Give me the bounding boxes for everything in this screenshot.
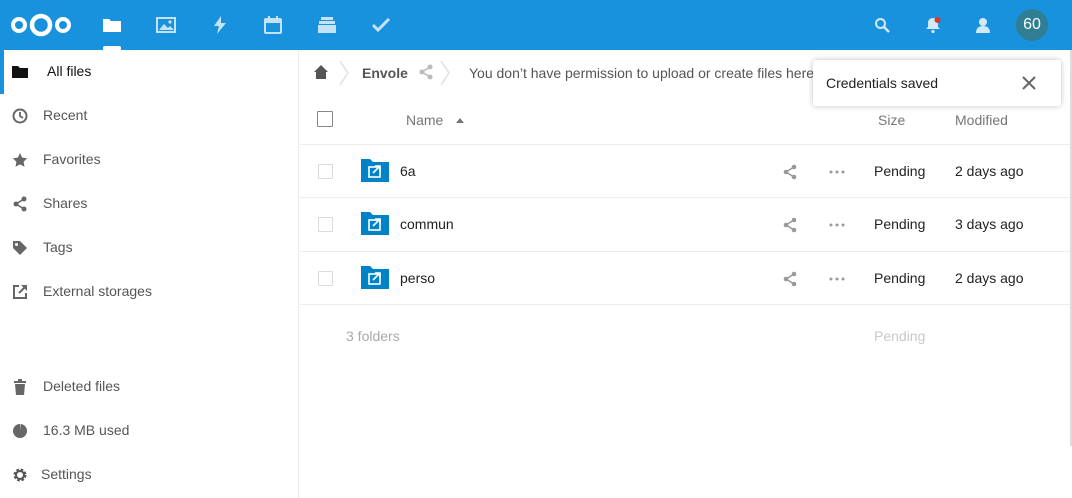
nav-settings[interactable]: Settings [0, 453, 298, 497]
table-row[interactable]: commun Pending 3 days ago [300, 197, 1072, 251]
nextcloud-logo[interactable] [10, 12, 72, 38]
tag-icon [12, 240, 28, 256]
breadcrumb-folder[interactable]: Envole [362, 65, 408, 81]
permission-notice: You don’t have permission to upload or c… [469, 65, 815, 81]
breadcrumb-separator [339, 60, 349, 86]
file-name[interactable]: 6a [400, 163, 416, 179]
toast-message: Credentials saved [826, 75, 939, 91]
file-name[interactable]: commun [400, 216, 454, 232]
contacts-icon[interactable] [971, 13, 995, 37]
checkmark-icon[interactable] [369, 13, 393, 37]
table-row[interactable]: perso Pending 2 days ago [300, 251, 1072, 305]
row-checkbox[interactable] [318, 271, 333, 286]
sort-ascending-icon [456, 118, 464, 123]
folder-icon [12, 64, 28, 80]
divider [300, 304, 1072, 305]
file-size: Pending [874, 270, 926, 286]
calendar-icon[interactable] [261, 13, 285, 37]
folder-count-summary: 3 folders [346, 328, 400, 344]
toast-notification: Credentials saved [813, 60, 1061, 106]
nav-label: Favorites [43, 151, 101, 167]
shared-folder-icon[interactable] [360, 210, 390, 236]
notifications-bell-icon[interactable] [921, 13, 945, 37]
nav-label: External storages [43, 283, 152, 299]
search-icon[interactable] [870, 13, 894, 37]
trash-icon [12, 379, 28, 395]
external-link-icon [12, 284, 28, 300]
share-icon [12, 196, 28, 212]
file-modified: 3 days ago [955, 216, 1024, 232]
shared-folder-icon[interactable] [360, 157, 390, 183]
close-icon[interactable] [1021, 75, 1037, 91]
file-modified: 2 days ago [955, 270, 1024, 286]
pie-chart-icon [12, 423, 28, 439]
navigation-sidebar: All files Recent Favorites Shares Tags E… [0, 50, 299, 498]
star-icon [12, 152, 28, 168]
nav-recent[interactable]: Recent [0, 94, 298, 138]
share-icon[interactable] [782, 217, 798, 233]
more-actions-icon[interactable] [829, 164, 845, 180]
row-checkbox[interactable] [318, 164, 333, 179]
row-checkbox[interactable] [318, 217, 333, 232]
app-header: 60 [0, 0, 1072, 50]
nav-label: Tags [43, 239, 73, 255]
share-icon[interactable] [418, 64, 434, 80]
share-icon[interactable] [782, 164, 798, 180]
nav-tags[interactable]: Tags [0, 226, 298, 270]
column-size-header[interactable]: Size [878, 112, 905, 128]
user-avatar[interactable]: 60 [1016, 9, 1048, 41]
column-name-header[interactable]: Name [406, 112, 443, 128]
nav-deleted-files[interactable]: Deleted files [0, 365, 298, 409]
nav-label: All files [47, 63, 92, 79]
breadcrumb-separator [440, 60, 450, 86]
share-icon[interactable] [782, 271, 798, 287]
nav-favorites[interactable]: Favorites [0, 138, 298, 182]
nav-label: Shares [43, 195, 88, 211]
nav-all-files[interactable]: All files [0, 50, 298, 94]
more-actions-icon[interactable] [829, 271, 845, 287]
file-list-area: Envole You don’t have permission to uplo… [300, 50, 1072, 498]
image-icon[interactable] [154, 13, 178, 37]
column-modified-header[interactable]: Modified [955, 112, 1008, 128]
nav-label: Settings [41, 466, 92, 482]
deck-icon[interactable] [315, 13, 339, 37]
nav-shares[interactable]: Shares [0, 182, 298, 226]
shared-folder-icon[interactable] [360, 264, 390, 290]
clock-icon [12, 108, 28, 124]
table-row[interactable]: 6a Pending 2 days ago [300, 144, 1072, 198]
nav-label: Recent [43, 107, 88, 123]
total-size-summary: Pending [874, 328, 926, 344]
quota-label: 16.3 MB used [43, 422, 130, 438]
file-size: Pending [874, 216, 926, 232]
nav-quota: 16.3 MB used [0, 409, 298, 453]
file-size: Pending [874, 163, 926, 179]
gear-icon [12, 467, 28, 483]
file-modified: 2 days ago [955, 163, 1024, 179]
file-name[interactable]: perso [400, 270, 435, 286]
folder-icon[interactable] [100, 13, 124, 37]
select-all-checkbox[interactable] [317, 111, 333, 127]
lightning-icon[interactable] [208, 13, 232, 37]
nav-label: Deleted files [43, 378, 121, 394]
home-icon[interactable] [313, 64, 329, 80]
nav-external-storages[interactable]: External storages [0, 270, 298, 314]
more-actions-icon[interactable] [829, 217, 845, 233]
